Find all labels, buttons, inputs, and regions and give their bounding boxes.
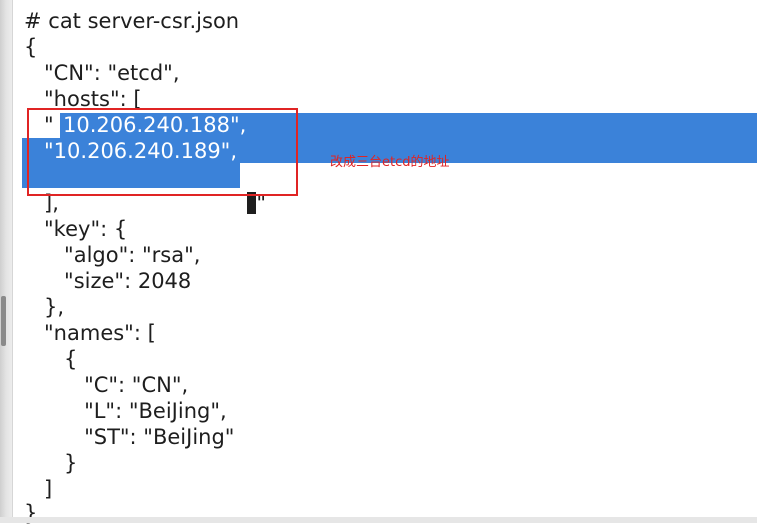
bottom-edge [0,517,757,523]
json-line-names-object-open: { [24,347,78,371]
annotation-note: 改成三台etcd的地址 [330,155,450,170]
json-line-l: "L": "BeiJing", [24,399,227,423]
json-line-st: "ST": "BeiJing" [24,425,235,449]
command-line: # cat server-csr.json [24,9,240,33]
json-line-algo: "algo": "rsa", [24,243,201,267]
json-line-names: "names": [ [24,321,156,345]
json-line-names-close: ] [24,477,53,501]
scrollbar-thumb[interactable] [1,296,6,346]
terminal-window[interactable]: # cat server-csr.json { "CN": "etcd", "h… [0,0,757,525]
json-line-size: "size": 2048 [24,269,192,293]
left-scrollbar-track[interactable] [0,0,13,523]
annotation-highlight-box [27,108,298,196]
json-line-key-close: }, [24,295,65,319]
json-line-open-brace: { [24,35,38,59]
json-line-key: "key": { [24,217,128,241]
json-line-c: "C": "CN", [24,373,189,397]
json-line-names-object-close: } [24,451,78,475]
json-line-cn: "CN": "etcd", [24,61,180,85]
